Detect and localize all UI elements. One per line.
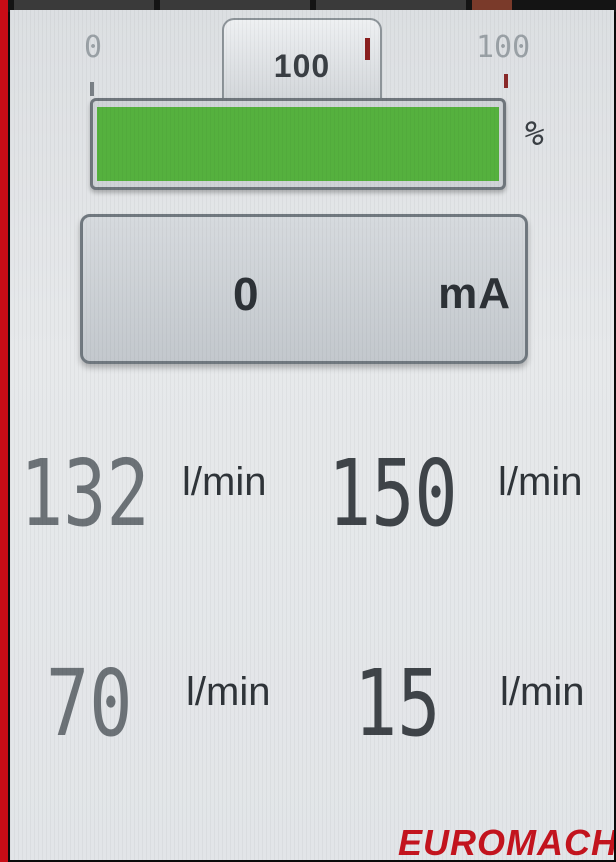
current-readout-panel[interactable]: 0 mA bbox=[80, 214, 528, 364]
output-level-unit: % bbox=[521, 114, 546, 154]
output-level-fill bbox=[97, 107, 499, 181]
scale-max-label: 100 bbox=[476, 30, 531, 65]
output-level-bar bbox=[90, 98, 506, 190]
scale-min-tick bbox=[90, 82, 94, 96]
display-screen: 0 100 100 % 0 mA 132 l/min 150 l/min 70 … bbox=[10, 10, 614, 860]
brand-logo: EUROMACH bbox=[398, 822, 614, 860]
bezel-red-edge bbox=[0, 0, 8, 862]
current-unit: mA bbox=[438, 269, 511, 318]
flow-4-value: 15 bbox=[354, 650, 441, 757]
setpoint-tab[interactable]: 100 bbox=[222, 18, 382, 110]
flow-2-value: 150 bbox=[328, 440, 458, 547]
flow-2-unit: l/min bbox=[498, 460, 583, 504]
flow-1-value: 132 bbox=[20, 440, 150, 547]
setpoint-value: 100 bbox=[273, 48, 331, 84]
flow-3-unit: l/min bbox=[186, 670, 271, 714]
current-value: 0 bbox=[233, 268, 259, 320]
flow-1-unit: l/min bbox=[182, 460, 267, 504]
device-bezel: 0 100 100 % 0 mA 132 l/min 150 l/min 70 … bbox=[0, 0, 616, 862]
flow-3-value: 70 bbox=[46, 650, 133, 757]
setpoint-marker bbox=[365, 38, 370, 60]
flow-4-unit: l/min bbox=[500, 670, 585, 714]
scale-min-label: 0 bbox=[84, 30, 103, 65]
scale-max-tick bbox=[504, 74, 508, 88]
